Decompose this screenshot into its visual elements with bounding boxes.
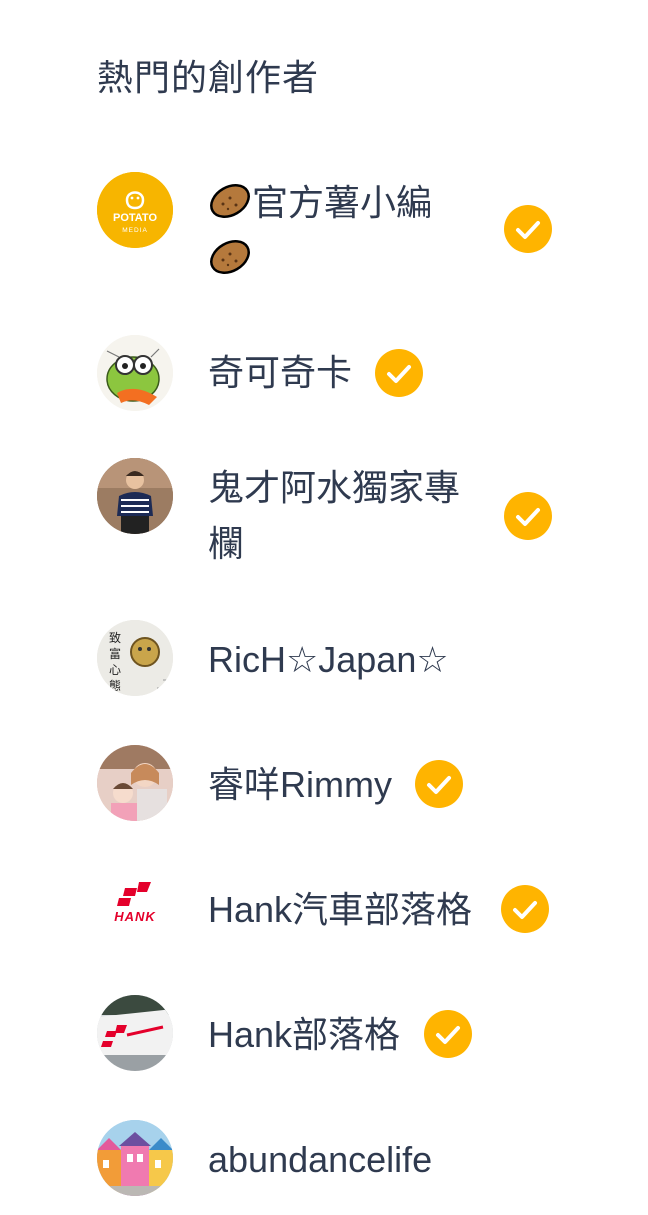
hank-logo-avatar[interactable]: HANK xyxy=(97,870,173,946)
svg-text:富: 富 xyxy=(109,646,121,661)
potato-icon xyxy=(208,181,252,221)
creator-item[interactable]: abundancelife xyxy=(97,1120,567,1196)
creator-item[interactable]: Hank部落格 xyxy=(97,995,567,1071)
creator-name[interactable]: 官方薯小編 xyxy=(208,175,473,287)
section-title: 熱門的創作者 xyxy=(97,57,320,98)
book-title-char: 致 xyxy=(109,631,121,645)
avatar-label-media: MEDIA xyxy=(122,227,148,234)
potato-media-logo-avatar[interactable]: POTATO MEDIA xyxy=(97,172,173,248)
creator-name[interactable]: Hank汽車部落格 xyxy=(208,882,472,938)
creator-name[interactable]: 奇可奇卡 xyxy=(208,345,352,401)
book-cover-avatar[interactable]: 致 富 心 態 xyxy=(97,620,173,696)
creator-item[interactable]: 致 富 心 態 RicH☆Japan☆ xyxy=(97,620,567,696)
creator-item[interactable]: 奇可奇卡 xyxy=(97,335,567,411)
verified-badge-icon xyxy=(501,885,549,933)
svg-text:心: 心 xyxy=(109,663,121,677)
colorful-houses-avatar[interactable] xyxy=(97,1120,173,1196)
creator-item[interactable]: 睿咩Rimmy xyxy=(97,745,567,821)
creator-name[interactable]: RicH☆Japan☆ xyxy=(208,632,449,688)
hank-car-photo-avatar[interactable] xyxy=(97,995,173,1071)
verified-badge-icon xyxy=(504,492,552,540)
popular-creators-panel: 熱門的創作者 POTATO MEDIA 官方薯小編 奇可奇卡 鬼才阿水獨家專欄 … xyxy=(0,0,648,1215)
person-photo-avatar[interactable] xyxy=(97,458,173,534)
mother-child-photo-avatar[interactable] xyxy=(97,745,173,821)
verified-badge-icon xyxy=(415,760,463,808)
creator-item[interactable]: 鬼才阿水獨家專欄 xyxy=(97,458,567,578)
verified-badge-icon xyxy=(375,349,423,397)
avatar-label-potato: POTATO xyxy=(113,212,157,224)
creator-name[interactable]: abundancelife xyxy=(208,1132,432,1188)
creator-item[interactable]: POTATO MEDIA 官方薯小編 xyxy=(97,172,567,282)
verified-badge-icon xyxy=(504,205,552,253)
creator-item[interactable]: HANK Hank汽車部落格 xyxy=(97,870,567,946)
potato-icon xyxy=(208,237,252,277)
cartoon-green-bird-avatar[interactable] xyxy=(97,335,173,411)
svg-text:態: 態 xyxy=(109,678,121,693)
verified-badge-icon xyxy=(424,1010,472,1058)
creator-name-text: 官方薯小編 xyxy=(252,182,433,223)
creator-name[interactable]: 鬼才阿水獨家專欄 xyxy=(208,460,488,572)
creator-name[interactable]: 睿咩Rimmy xyxy=(208,757,392,813)
hank-logo-text: HANK xyxy=(114,909,156,924)
creator-name[interactable]: Hank部落格 xyxy=(208,1007,400,1063)
